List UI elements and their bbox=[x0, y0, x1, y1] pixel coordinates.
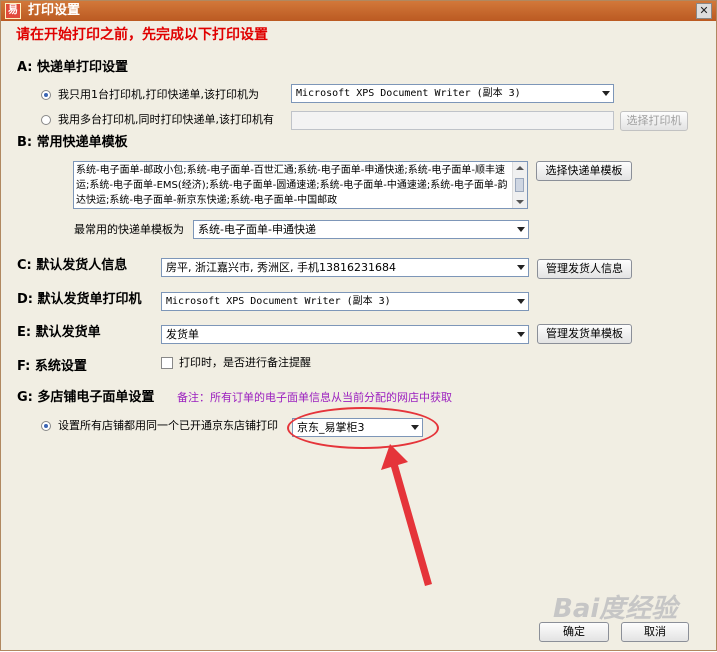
print-settings-dialog: 易 打印设置 ✕ 请在开始打印之前，先完成以下打印设置 A: 快递单打印设置 我… bbox=[0, 0, 717, 651]
watermark: Bai度经验 bbox=[553, 594, 678, 624]
annotation-arrow bbox=[381, 444, 432, 586]
ok-button[interactable]: 确定 bbox=[539, 622, 609, 642]
cancel-button[interactable]: 取消 bbox=[621, 622, 689, 642]
